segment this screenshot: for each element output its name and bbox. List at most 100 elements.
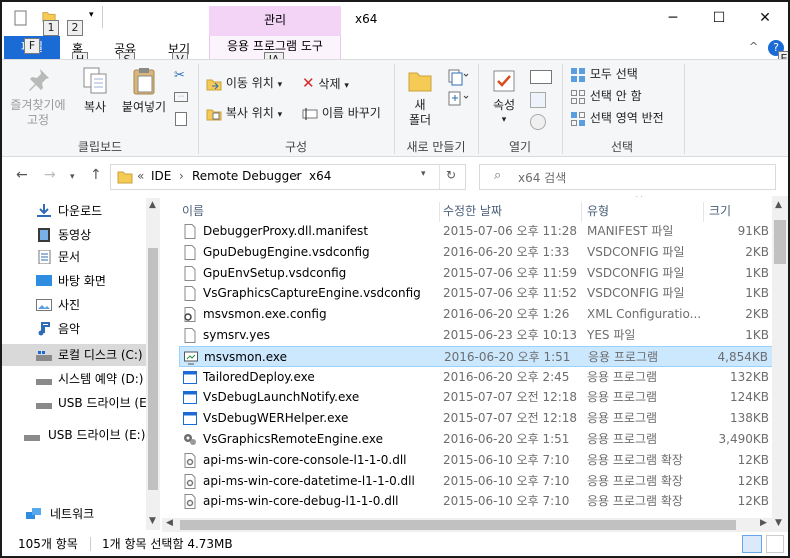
copy-path-icon[interactable]: ⋯ xyxy=(174,92,188,102)
scroll-right-icon[interactable]: ▶ xyxy=(760,518,767,528)
nav-scroll-down-icon[interactable]: ▼ xyxy=(149,516,156,526)
nav-label: USB 드라이브 (E:) xyxy=(58,396,148,410)
back-arrow-icon[interactable]: ← xyxy=(16,167,28,183)
scroll-left-icon[interactable]: ◀ xyxy=(166,518,173,528)
up-arrow-icon[interactable]: ↑ xyxy=(90,167,102,183)
list-scroll-thumb[interactable] xyxy=(774,220,786,264)
nav-item-desktop[interactable]: 바탕 화면 xyxy=(2,270,148,292)
file-row[interactable]: GpuEnvSetup.vsdconfig 2015-07-06 오후 11:59… xyxy=(179,263,772,284)
file-row[interactable]: GpuDebugEngine.vsdconfig 2016-06-20 오후 1:… xyxy=(179,242,772,263)
rename-button[interactable]: 이름 바꾸기 xyxy=(302,103,381,123)
refresh-icon[interactable]: ↻ xyxy=(446,168,456,182)
nav-item-documents[interactable]: 문서 xyxy=(2,246,148,268)
large-icons-view-icon[interactable] xyxy=(766,535,784,553)
file-row[interactable]: symsrv.yes 2015-06-23 오후 10:13 YES 파일 1KB xyxy=(179,325,772,346)
file-row[interactable]: api-ms-win-core-debug-l1-1-0.dll 2015-06-… xyxy=(179,491,772,512)
breadcrumb-separator[interactable]: › xyxy=(179,169,184,183)
history-icon[interactable] xyxy=(530,114,546,130)
edit-icon[interactable] xyxy=(530,92,546,108)
file-name: TailoredDeploy.exe xyxy=(203,369,315,384)
file-date: 2015-06-10 오후 7:10 xyxy=(443,494,570,509)
new-folder-button[interactable]: 새 폴더 xyxy=(400,68,440,128)
select-none-button[interactable]: 선택 안 함 xyxy=(570,86,642,106)
move-to-button[interactable]: 이동 위치 ▾ xyxy=(206,73,282,93)
paste-shortcut-icon[interactable] xyxy=(175,112,187,126)
dll-icon xyxy=(183,494,197,510)
file-size: 12KB xyxy=(737,452,769,467)
nav-scroll-up-icon[interactable]: ▲ xyxy=(149,200,156,210)
list-scroll-down-icon[interactable]: ▼ xyxy=(775,518,782,528)
minimize-button[interactable]: ─ xyxy=(658,7,688,29)
document-icon xyxy=(38,250,51,264)
nav-item-pictures[interactable]: 사진 xyxy=(2,294,148,316)
nav-scroll-thumb[interactable] xyxy=(148,248,158,490)
address-bar[interactable]: « IDE › Remote Debugger › x64 ▾ ↻ xyxy=(110,164,466,190)
forward-arrow-icon[interactable]: → xyxy=(44,167,56,183)
file-row-selected[interactable]: msvsmon.exe 2016-06-20 오후 1:51 응용 프로그램 4,85… xyxy=(179,345,772,367)
file-name: VsGraphicsCaptureEngine.vsdconfig xyxy=(203,286,421,301)
search-box[interactable]: ⌕ x64 검색 xyxy=(479,164,776,190)
file-type: 응용 프로그램 xyxy=(587,432,658,446)
pin-quick-access-button[interactable]: 즐겨찾기에 고정 xyxy=(8,66,68,128)
nav-item-network[interactable]: 네트워크 xyxy=(2,503,148,525)
app-window-icon xyxy=(183,370,197,385)
open-icon[interactable] xyxy=(530,70,552,84)
select-none-icon xyxy=(571,89,585,104)
select-all-button[interactable]: 모두 선택 xyxy=(570,64,638,84)
new-item-icon[interactable] xyxy=(447,68,469,86)
delete-button[interactable]: ✕ 삭제 ▾ xyxy=(302,73,349,93)
nav-item-usb-drive-e[interactable]: USB 드라이브 (E:) xyxy=(2,392,148,414)
music-icon xyxy=(38,322,50,336)
usb-drive-icon xyxy=(24,435,40,441)
file-size: 1KB xyxy=(745,286,769,301)
recent-locations-icon[interactable]: ▾ xyxy=(70,172,75,182)
address-history-icon[interactable]: ▾ xyxy=(421,169,426,179)
file-row[interactable]: VsGraphicsCaptureEngine.vsdconfig 2015-07… xyxy=(179,283,772,304)
file-row[interactable]: api-ms-win-core-datetime-l1-1-0.dll 2015-… xyxy=(179,471,772,492)
ribbon-separator xyxy=(684,64,685,154)
nav-item-local-disk-c[interactable]: 로컬 디스크 (C:) xyxy=(2,344,148,366)
search-placeholder: x64 검색 xyxy=(518,171,567,185)
nav-item-videos[interactable]: 동영상 xyxy=(2,224,148,246)
file-row[interactable]: VsDebugLaunchNotify.exe 2015-07-07 오전 12:… xyxy=(179,387,772,408)
file-row[interactable]: msvsmon.exe.config 2016-06-20 오후 1:26 XML … xyxy=(179,304,772,325)
breadcrumb-ide[interactable]: IDE xyxy=(151,169,171,183)
nav-item-usb-drive-e-root[interactable]: USB 드라이브 (E:) xyxy=(2,424,148,446)
cut-icon[interactable]: ✂ xyxy=(174,68,185,83)
nav-item-downloads[interactable]: 다운로드 xyxy=(2,200,148,222)
breadcrumb-separator[interactable]: › xyxy=(295,169,300,183)
list-scroll-up-icon[interactable]: ▲ xyxy=(775,200,782,210)
maximize-button[interactable]: ☐ xyxy=(704,7,734,29)
file-row[interactable]: api-ms-win-core-console-l1-1-0.dll 2015-0… xyxy=(179,450,772,471)
file-row[interactable]: VsGraphicsRemoteEngine.exe 2016-06-20 오후 … xyxy=(179,429,772,450)
collapse-ribbon-icon[interactable]: ^ xyxy=(749,40,758,53)
nav-item-music[interactable]: 음악 xyxy=(2,318,148,340)
qat-dropdown-icon[interactable]: ▾ xyxy=(89,10,94,20)
file-date: 2015-07-06 오후 11:52 xyxy=(443,286,578,301)
file-row[interactable]: DebuggerProxy.dll.manifest 2015-07-06 오후 … xyxy=(179,221,772,242)
file-icon xyxy=(183,244,197,260)
nav-item-system-reserved-d[interactable]: 시스템 예약 (D:) xyxy=(2,368,148,390)
breadcrumb-overflow[interactable]: « xyxy=(137,169,144,183)
horizontal-scroll-thumb[interactable] xyxy=(180,520,736,530)
easy-access-icon[interactable] xyxy=(447,90,469,108)
close-button[interactable]: ✕ xyxy=(750,7,780,29)
invert-selection-button[interactable]: 선택 영역 반전 xyxy=(570,108,664,128)
file-row[interactable]: VsDebugWERHelper.exe 2015-07-07 오전 12:18 응… xyxy=(179,408,772,429)
breadcrumb-x64[interactable]: x64 xyxy=(309,169,331,183)
file-row[interactable]: TailoredDeploy.exe 2016-06-20 오후 2:45 응용 프… xyxy=(179,367,772,388)
file-date: 2015-07-06 오후 11:59 xyxy=(443,265,578,280)
copy-to-dropdown-icon: ▾ xyxy=(277,110,283,120)
copy-to-button[interactable]: 복사 위치 ▾ xyxy=(206,103,282,123)
selection-info: 1개 항목 선택함 4.73MB xyxy=(102,537,233,551)
details-view-icon[interactable] xyxy=(742,535,762,553)
file-size: 12KB xyxy=(737,494,769,509)
properties-icon[interactable] xyxy=(14,10,28,26)
breadcrumb-remote-debugger[interactable]: Remote Debugger xyxy=(192,169,302,183)
paste-button[interactable]: 붙여넣기 xyxy=(118,66,170,115)
properties-button[interactable]: 속성 ▾ xyxy=(484,68,524,128)
ribbon-home: 즐겨찾기에 고정 복사 붙여넣기 ✂ ⋯ 클립보드 이동 위치 ▾ 복사 위치 … xyxy=(2,59,788,157)
copy-button[interactable]: 복사 xyxy=(76,66,114,115)
file-date: 2016-06-20 오후 1:33 xyxy=(443,244,570,259)
new-group-label: 새로 만들기 xyxy=(406,140,466,154)
